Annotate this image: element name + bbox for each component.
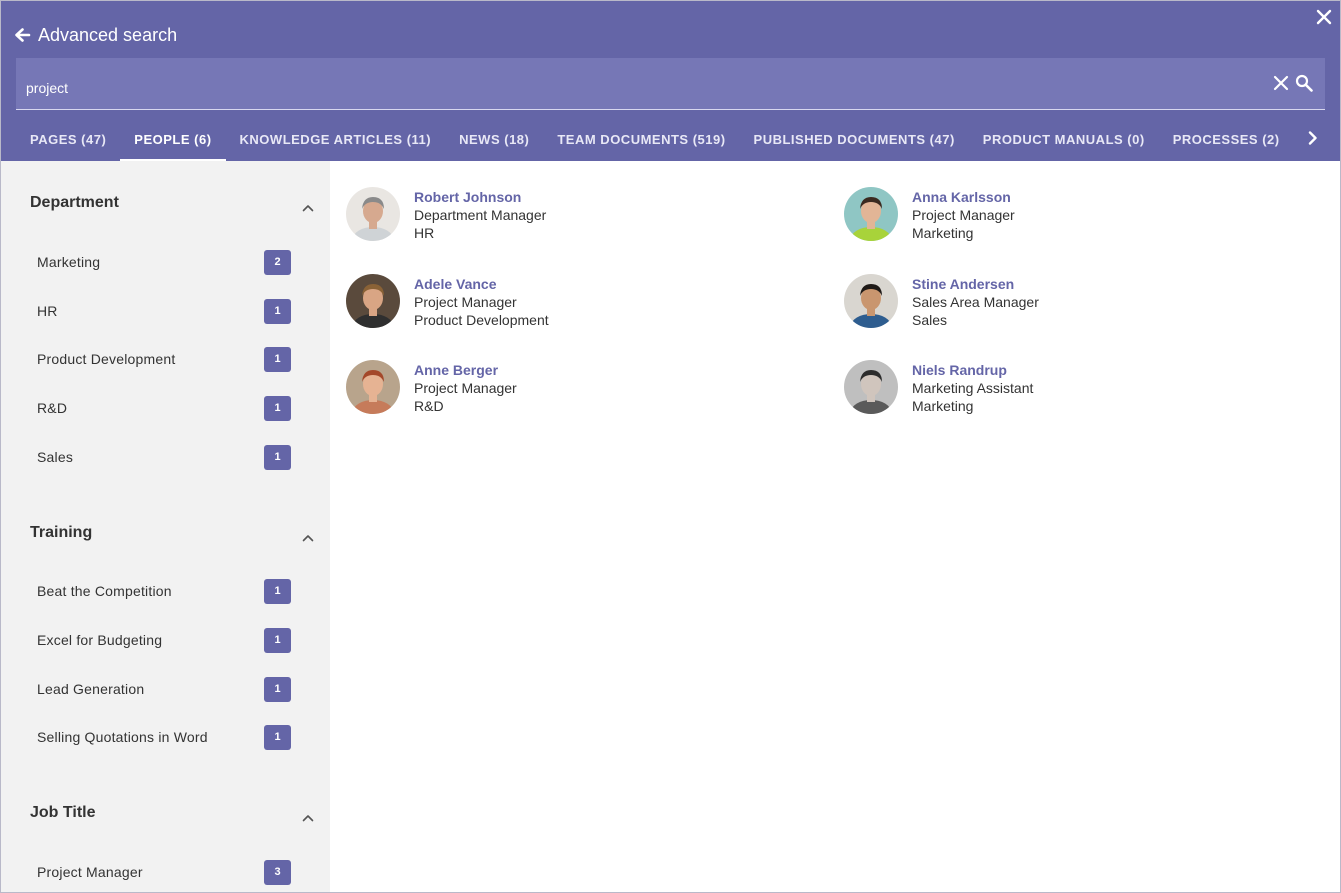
person-department: Sales <box>912 312 948 328</box>
count-badge: 1 <box>264 724 291 750</box>
facet-item-label: Marketing <box>37 254 101 270</box>
person-details: Niels Randrup Marketing Assistant Marketin… <box>912 361 1033 415</box>
person-card[interactable]: Stine Andersen Sales Area Manager Sales <box>844 274 1039 330</box>
search-icon[interactable] <box>1295 74 1313 92</box>
facet-item[interactable]: HR 1 <box>37 297 291 325</box>
facet-item[interactable]: Excel for Budgeting 1 <box>37 626 291 654</box>
chevron-up-icon[interactable] <box>301 530 315 542</box>
count-badge: 1 <box>264 298 291 324</box>
page-title: Advanced search <box>38 24 178 45</box>
avatar[interactable] <box>346 360 400 414</box>
person-job-title: Sales Area Manager <box>912 294 1039 310</box>
person-department: R&D <box>414 398 444 414</box>
person-department: HR <box>414 225 435 241</box>
person-job-title: Project Manager <box>414 294 517 310</box>
chevron-right-icon[interactable] <box>1306 129 1320 147</box>
header-title-row: Advanced search <box>13 23 177 47</box>
person-name-link[interactable]: Anna Karlsson <box>912 188 1015 206</box>
search-header: Advanced search PAGES (47)PEOPLE (6)KNOW… <box>1 1 1340 161</box>
avatar[interactable] <box>346 274 400 328</box>
facet-title-training: Training <box>30 524 93 541</box>
count-badge: 1 <box>264 627 291 653</box>
person-name-link[interactable]: Anne Berger <box>414 361 517 379</box>
person-name-link[interactable]: Stine Andersen <box>912 275 1039 293</box>
person-card[interactable]: Adele Vance Project Manager Product Develo… <box>346 274 549 330</box>
count-badge: 1 <box>264 346 291 372</box>
filter-sidebar: Department Marketing 2 HR 1 Product Developme… <box>1 161 330 892</box>
count-badge: 1 <box>264 676 291 702</box>
facet-item[interactable]: Selling Quotations in Word 1 <box>37 723 291 751</box>
chevron-up-icon[interactable] <box>301 810 315 822</box>
facet-item-label: Excel for Budgeting <box>37 632 163 648</box>
facet-item-label: R&D <box>37 400 68 416</box>
count-badge: 1 <box>264 395 291 421</box>
search-input[interactable] <box>26 80 1226 96</box>
facet-title-job-title: Job Title <box>30 804 96 821</box>
facet-item-label: Project Manager <box>37 864 143 880</box>
person-details: Stine Andersen Sales Area Manager Sales <box>912 275 1039 329</box>
facet-item[interactable]: Project Manager 3 <box>37 858 291 886</box>
person-job-title: Department Manager <box>414 207 547 223</box>
person-name-link[interactable]: Niels Randrup <box>912 361 1033 379</box>
tab-knowledge-articles[interactable]: KNOWLEDGE ARTICLES (11) <box>226 117 446 161</box>
person-job-title: Marketing Assistant <box>912 380 1034 396</box>
person-card[interactable]: Anne Berger Project Manager R&D <box>346 360 517 416</box>
facet-item[interactable]: Product Development 1 <box>37 345 291 373</box>
clear-search-icon[interactable] <box>1273 75 1289 91</box>
result-tabs: PAGES (47) PEOPLE (6) KNOWLEDGE ARTICLES (… <box>16 117 1326 161</box>
facet-item-label: Product Development <box>37 351 176 367</box>
tab-team-documents[interactable]: TEAM DOCUMENTS (519) <box>543 117 739 161</box>
tab-people[interactable]: PEOPLE (6) <box>120 117 226 161</box>
avatar[interactable] <box>844 360 898 414</box>
advanced-search-window: Advanced search PAGES (47)PEOPLE (6)KNOW… <box>0 0 1341 893</box>
tab-product-manuals[interactable]: PRODUCT MANUALS (0) <box>969 117 1159 161</box>
facet-title-department: Department <box>30 194 119 211</box>
facet-item[interactable]: Lead Generation 1 <box>37 675 291 703</box>
person-job-title: Project Manager <box>414 380 517 396</box>
person-name-link[interactable]: Robert Johnson <box>414 188 546 206</box>
avatar[interactable] <box>346 187 400 241</box>
count-badge: 2 <box>264 249 291 275</box>
person-department: Marketing <box>912 398 974 414</box>
count-badge: 1 <box>264 578 291 604</box>
facet-item-label: Sales <box>37 449 74 465</box>
facet-item-label: HR <box>37 303 58 319</box>
facet-item[interactable]: Marketing 2 <box>37 248 291 276</box>
person-details: Anna Karlsson Project Manager Marketing <box>912 188 1015 242</box>
tab-published-documents[interactable]: PUBLISHED DOCUMENTS (47) <box>740 117 969 161</box>
person-department: Product Development <box>414 312 549 328</box>
close-icon[interactable] <box>1314 7 1334 27</box>
chevron-up-icon[interactable] <box>301 200 315 212</box>
person-job-title: Project Manager <box>912 207 1015 223</box>
tab-news[interactable]: NEWS (18) <box>445 117 543 161</box>
count-badge: 3 <box>264 859 291 885</box>
person-card[interactable]: Anna Karlsson Project Manager Marketing <box>844 187 1015 243</box>
count-badge: 1 <box>264 444 291 470</box>
facet-item-label: Lead Generation <box>37 681 145 697</box>
avatar[interactable] <box>844 187 898 241</box>
person-department: Marketing <box>912 225 974 241</box>
tab-pages[interactable]: PAGES (47) <box>16 117 120 161</box>
person-name-link[interactable]: Adele Vance <box>414 275 549 293</box>
search-box <box>16 58 1325 110</box>
facet-item[interactable]: R&D 1 <box>37 394 291 422</box>
tab-processes[interactable]: PROCESSES (2) <box>1159 117 1294 161</box>
avatar[interactable] <box>844 274 898 328</box>
facet-item[interactable]: Sales 1 <box>37 443 291 471</box>
facet-item-label: Selling Quotations in Word <box>37 729 208 745</box>
arrow-left-icon[interactable] <box>13 26 31 44</box>
person-details: Anne Berger Project Manager R&D <box>414 361 517 415</box>
person-card[interactable]: Niels Randrup Marketing Assistant Marketin… <box>844 360 1033 416</box>
person-details: Robert Johnson Department Manager HR <box>414 188 546 242</box>
person-card[interactable]: Robert Johnson Department Manager HR <box>346 187 546 243</box>
facet-item[interactable]: Beat the Competition 1 <box>37 577 291 605</box>
person-details: Adele Vance Project Manager Product Develo… <box>414 275 549 329</box>
facet-item-label: Beat the Competition <box>37 583 172 599</box>
